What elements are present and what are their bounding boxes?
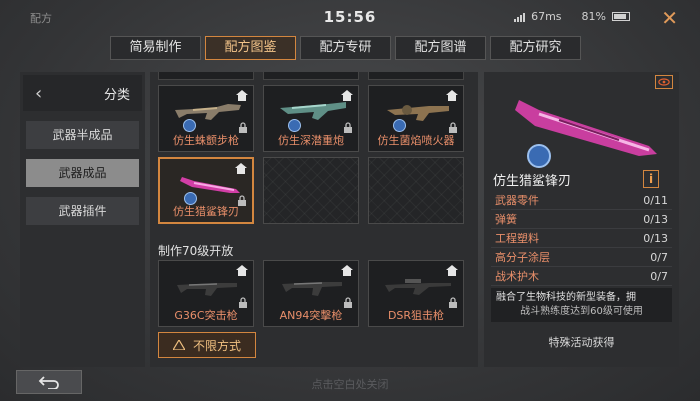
material-row: 武器零件 0/11 [491, 191, 672, 210]
recipe-item[interactable]: 仿生蛛颤步枪 [158, 85, 254, 152]
eye-icon[interactable] [655, 75, 673, 89]
recipe-grid: 仿生蛛颤步枪 仿生深潜重炮 仿生菌焰喷火器 仿生猎鲨锋刃 制作70级开放 G36… [150, 72, 478, 367]
heavy-cannon-icon [280, 102, 346, 120]
grid-cell-partial[interactable] [158, 72, 254, 80]
tab-simple-craft[interactable]: 简易制作 [110, 36, 201, 60]
material-list: 武器零件 0/11 弹簧 0/13 工程塑料 0/13 高分子涂层 0/7 战术护木 0/… [491, 191, 672, 286]
grid-cell-partial[interactable] [368, 72, 464, 80]
recipe-item-selected[interactable]: 仿生猎鲨锋刃 [158, 157, 254, 224]
recipe-item-label: 仿生猎鲨锋刃 [173, 205, 239, 218]
sniper-rifle-icon [385, 279, 451, 295]
top-bar: 配方 15:56 67ms 81% ✕ [0, 0, 700, 34]
category-weapon-plugin[interactable]: 武器插件 [26, 197, 139, 225]
close-hint: 点击空白处关闭 [311, 378, 389, 391]
material-row: 工程塑料 0/13 [491, 229, 672, 248]
rifle-icon [175, 104, 241, 120]
material-row: 战术护木 0/7 [491, 267, 672, 286]
empty-slot [368, 157, 464, 224]
signal-icon [514, 12, 526, 22]
recipe-item[interactable]: AN94突擊枪 [263, 260, 359, 327]
section-title: 制作70级开放 [158, 244, 234, 258]
category-panel: ‹ 分类 武器半成品 武器成品 武器插件 [20, 72, 145, 367]
assault-rifle-icon [177, 283, 237, 296]
tab-recipe-map[interactable]: 配方图谱 [395, 36, 486, 60]
status-area: 67ms 81% [514, 10, 630, 23]
battery-level: 81% [581, 10, 606, 23]
blade-icon [180, 177, 240, 193]
scrolled-row [158, 72, 464, 80]
flamethrower-icon [387, 105, 449, 121]
recipe-item-label: AN94突擊枪 [279, 309, 343, 322]
tab-recipe-study[interactable]: 配方研究 [490, 36, 581, 60]
category-title: 分类 [103, 87, 130, 103]
tab-bar: 简易制作 配方图鉴 配方专研 配方图谱 配方研究 [110, 36, 581, 60]
tab-recipe-research[interactable]: 配方专研 [300, 36, 391, 60]
quality-badge-icon [393, 119, 406, 132]
material-row: 高分子涂层 0/7 [491, 248, 672, 267]
info-icon[interactable]: i [643, 170, 659, 188]
recipe-item-label: DSR狙击枪 [387, 309, 445, 322]
empty-slot [263, 157, 359, 224]
mode-filter-label: 不限方式 [192, 338, 241, 353]
recipe-item[interactable]: G36C突击枪 [158, 260, 254, 327]
category-header: ‹ 分类 [23, 75, 142, 111]
recipe-item-label: 仿生菌焰喷火器 [377, 134, 455, 147]
requirement-text: 战斗熟练度达到60级可使用 [520, 306, 643, 317]
category-weapon-finished[interactable]: 武器成品 [26, 159, 139, 187]
obtain-method: 特殊活动获得 [548, 336, 615, 349]
detail-panel: 仿生猎鲨锋刃 i 武器零件 0/11 弹簧 0/13 工程塑料 0/13 高分子涂层 0… [484, 72, 679, 367]
quality-badge-icon [183, 119, 196, 132]
grid-cell-partial[interactable] [263, 72, 359, 80]
mode-filter-button[interactable]: 不限方式 [158, 332, 256, 358]
warning-icon [172, 340, 185, 350]
recipe-item[interactable]: 仿生菌焰喷火器 [368, 85, 464, 152]
recipe-item[interactable]: DSR狙击枪 [368, 260, 464, 327]
detail-item-name: 仿生猎鲨锋刃 [493, 174, 572, 189]
recipe-item-label: G36C突击枪 [174, 309, 238, 322]
quality-badge-icon [288, 119, 301, 132]
close-icon[interactable]: ✕ [661, 6, 678, 30]
battery-icon [612, 12, 630, 21]
tab-recipe-catalog[interactable]: 配方图鉴 [205, 36, 296, 60]
material-row: 弹簧 0/13 [491, 210, 672, 229]
assault-rifle-icon [282, 282, 342, 296]
description-box: 融合了生物科技的新型装备，拥 战斗熟练度达到60级可使用 [491, 288, 672, 322]
app-window: 配方 15:56 67ms 81% ✕ 简易制作 配方图鉴 配方专研 配方图谱 … [0, 0, 700, 401]
recipe-item[interactable]: 仿生深潜重炮 [263, 85, 359, 152]
blade-preview-icon [515, 100, 657, 168]
recipe-item-label: 仿生蛛颤步枪 [173, 134, 239, 147]
recipe-item-label: 仿生深潜重炮 [278, 134, 344, 147]
network-latency: 67ms [531, 10, 562, 23]
description-text: 融合了生物科技的新型装备，拥 [496, 292, 636, 303]
category-weapon-semi[interactable]: 武器半成品 [26, 121, 139, 149]
chevron-left-icon[interactable]: ‹ [35, 83, 42, 104]
